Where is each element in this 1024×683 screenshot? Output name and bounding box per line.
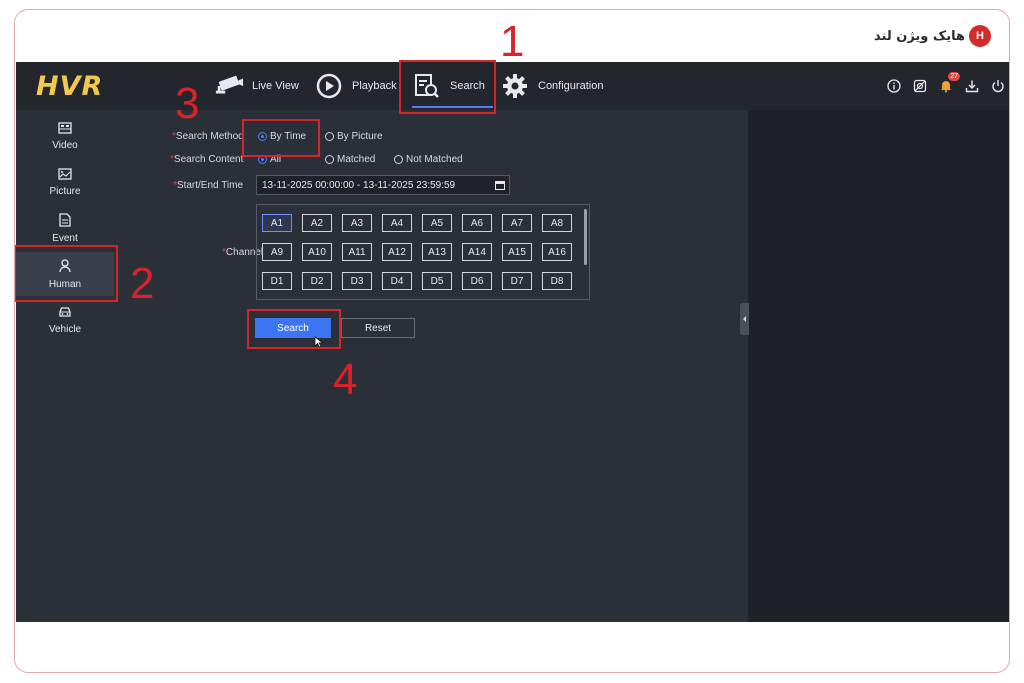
nav-live-view-label: Live View bbox=[252, 80, 299, 92]
radio-matched[interactable]: Matched bbox=[325, 154, 375, 165]
search-panel: *Search Method By Time By Picture *Searc… bbox=[114, 110, 748, 622]
sidebar-item-label: Picture bbox=[49, 185, 81, 197]
search-method-label: *Search Method bbox=[172, 131, 244, 142]
collapse-handle[interactable] bbox=[740, 303, 749, 335]
radio-by-picture[interactable]: By Picture bbox=[325, 131, 383, 142]
gear-icon bbox=[500, 71, 530, 101]
watermark-badge: H bbox=[969, 25, 991, 47]
nav-playback[interactable]: Playback bbox=[314, 62, 397, 110]
picture-icon bbox=[58, 167, 72, 183]
screenshot-frame: هایک ویژن لند H HVR Live View Playback S… bbox=[14, 9, 1010, 673]
callout-box-1 bbox=[399, 60, 496, 114]
callout-box-3 bbox=[242, 119, 320, 157]
channel-scrollbar[interactable] bbox=[584, 209, 587, 265]
info-icon[interactable] bbox=[886, 78, 902, 94]
channel-a11-button[interactable]: A11 bbox=[342, 243, 372, 261]
calendar-icon[interactable] bbox=[495, 180, 505, 193]
playback-icon bbox=[314, 71, 344, 101]
callout-number-4: 4 bbox=[333, 355, 358, 404]
channel-a14-button[interactable]: A14 bbox=[462, 243, 492, 261]
top-nav-bar: HVR Live View Playback Search Configurat… bbox=[16, 62, 1009, 110]
nav-configuration-label: Configuration bbox=[538, 80, 604, 92]
channel-a7-button[interactable]: A7 bbox=[502, 214, 532, 232]
sidebar-item-picture[interactable]: Picture bbox=[16, 160, 114, 204]
video-icon bbox=[58, 121, 72, 137]
channel-d5-button[interactable]: D5 bbox=[422, 272, 452, 290]
channel-d6-button[interactable]: D6 bbox=[462, 272, 492, 290]
alarm-count-badge: 27 bbox=[948, 72, 960, 81]
download-icon[interactable] bbox=[964, 78, 980, 94]
sidebar-item-label: Vehicle bbox=[48, 323, 82, 335]
time-range-value: 13-11-2025 00:00:00 - 13-11-2025 23:59:5… bbox=[262, 179, 456, 191]
watermark-brand: هایک ویژن لند bbox=[874, 28, 965, 44]
channel-a13-button[interactable]: A13 bbox=[422, 243, 452, 261]
no-record-icon[interactable] bbox=[912, 78, 928, 94]
channel-a1-button[interactable]: A1 bbox=[262, 214, 292, 232]
left-sidebar: Video Picture Event Human Vehicle bbox=[16, 110, 114, 622]
channel-a8-button[interactable]: A8 bbox=[542, 214, 572, 232]
channel-d7-button[interactable]: D7 bbox=[502, 272, 532, 290]
sidebar-item-event[interactable]: Event bbox=[16, 206, 114, 250]
sidebar-item-label: Video bbox=[52, 139, 78, 151]
vehicle-icon bbox=[58, 306, 72, 321]
camera-icon bbox=[214, 71, 244, 101]
nav-configuration[interactable]: Configuration bbox=[500, 62, 603, 110]
channel-d3-button[interactable]: D3 bbox=[342, 272, 372, 290]
channel-a6-button[interactable]: A6 bbox=[462, 214, 492, 232]
channel-a2-button[interactable]: A2 bbox=[302, 214, 332, 232]
nav-playback-label: Playback bbox=[352, 80, 397, 92]
event-icon bbox=[59, 212, 71, 230]
search-content-label: *Search Content bbox=[170, 154, 244, 165]
channel-grid: A1 A2 A3 A4 A5 A6 A7 A8 A9 A10 A11 A12 A13 A14 A15 A16 D… bbox=[256, 204, 590, 300]
channel-d4-button[interactable]: D4 bbox=[382, 272, 412, 290]
channel-a9-button[interactable]: A9 bbox=[262, 243, 292, 261]
time-range-input[interactable]: 13-11-2025 00:00:00 - 13-11-2025 23:59:5… bbox=[256, 175, 510, 195]
sidebar-item-label: Event bbox=[52, 232, 78, 244]
channel-a4-button[interactable]: A4 bbox=[382, 214, 412, 232]
radio-not-matched[interactable]: Not Matched bbox=[394, 154, 463, 165]
channel-a5-button[interactable]: A5 bbox=[422, 214, 452, 232]
header-toolbar: 27 bbox=[886, 62, 1006, 110]
nav-live-view[interactable]: Live View bbox=[214, 62, 299, 110]
channel-a15-button[interactable]: A15 bbox=[502, 243, 532, 261]
channel-d1-button[interactable]: D1 bbox=[262, 272, 292, 290]
reset-button[interactable]: Reset bbox=[341, 318, 415, 338]
app-logo: HVR bbox=[36, 71, 104, 102]
callout-box-2 bbox=[15, 245, 118, 302]
callout-box-4 bbox=[247, 309, 341, 349]
channel-a10-button[interactable]: A10 bbox=[302, 243, 332, 261]
callout-number-3: 3 bbox=[175, 79, 200, 128]
channel-d2-button[interactable]: D2 bbox=[302, 272, 332, 290]
power-icon[interactable] bbox=[990, 78, 1006, 94]
hvr-app: HVR Live View Playback Search Configurat… bbox=[16, 62, 1009, 622]
channel-a12-button[interactable]: A12 bbox=[382, 243, 412, 261]
channel-a16-button[interactable]: A16 bbox=[542, 243, 572, 261]
result-preview-pane bbox=[748, 110, 1009, 622]
alarm-bell-icon[interactable]: 27 bbox=[938, 72, 960, 94]
sidebar-item-vehicle[interactable]: Vehicle bbox=[16, 298, 114, 342]
channel-a3-button[interactable]: A3 bbox=[342, 214, 372, 232]
channel-d8-button[interactable]: D8 bbox=[542, 272, 572, 290]
callout-number-2: 2 bbox=[130, 259, 155, 308]
sidebar-item-video[interactable]: Video bbox=[16, 114, 114, 158]
callout-number-1: 1 bbox=[500, 17, 525, 66]
start-end-time-label: *Start/End Time bbox=[173, 180, 244, 191]
watermark-logo: هایک ویژن لند H bbox=[874, 24, 991, 48]
